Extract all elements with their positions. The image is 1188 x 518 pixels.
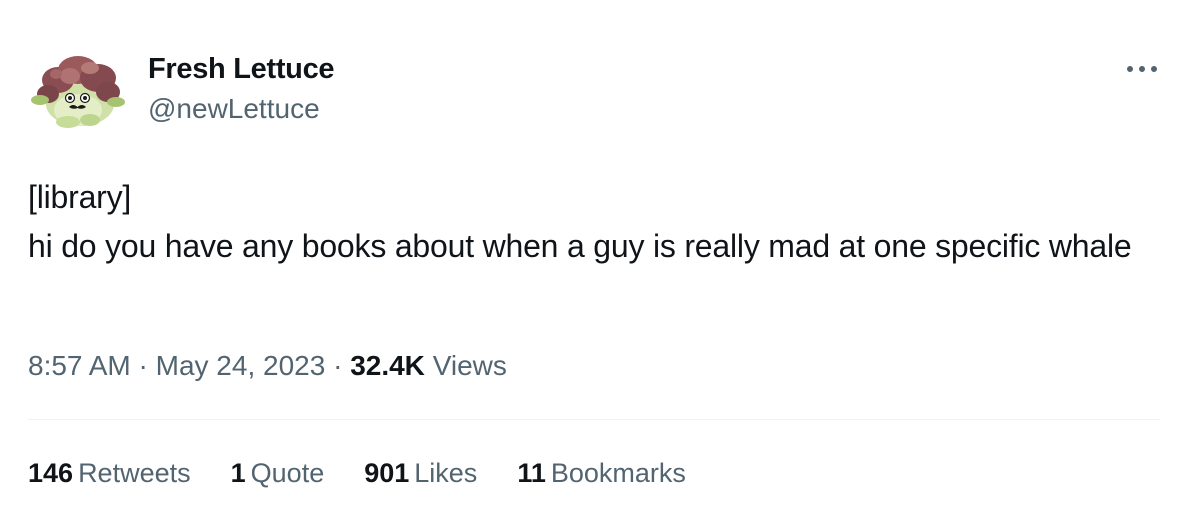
divider <box>28 419 1160 420</box>
quotes-count: 1 <box>230 458 246 488</box>
tweet-card: Fresh Lettuce @newLettuce [library] hi d… <box>0 0 1188 518</box>
display-name[interactable]: Fresh Lettuce <box>148 52 335 86</box>
handle[interactable]: @newLettuce <box>148 92 320 126</box>
tweet-meta: 8:57 AM · May 24, 2023 · 32.4K Views <box>28 348 507 384</box>
meta-separator: · <box>138 350 148 381</box>
likes-label: Likes <box>414 458 478 488</box>
more-options-button[interactable] <box>1124 56 1160 82</box>
quotes-stat[interactable]: 1 Quote <box>231 455 325 491</box>
quotes-label: Quote <box>250 458 325 488</box>
bookmarks-count: 11 <box>517 458 546 488</box>
avatar[interactable] <box>28 46 128 132</box>
lettuce-avatar-icon <box>31 56 125 128</box>
tweet-time[interactable]: 8:57 AM <box>28 350 131 381</box>
likes-count: 901 <box>364 458 410 488</box>
views-count: 32.4K <box>350 350 425 381</box>
retweets-count: 146 <box>28 458 74 488</box>
bookmarks-stat[interactable]: 11 Bookmarks <box>517 455 686 491</box>
engagement-stats: 146 Retweets 1 Quote 901 Likes 11 Bookmarks <box>28 455 726 491</box>
more-dots-icon <box>1127 66 1157 72</box>
meta-separator-2: · <box>333 350 343 381</box>
tweet-date[interactable]: May 24, 2023 <box>156 350 326 381</box>
views-label: Views <box>432 350 507 381</box>
likes-stat[interactable]: 901 Likes <box>364 455 477 491</box>
retweets-label: Retweets <box>78 458 191 488</box>
tweet-text: [library] hi do you have any books about… <box>28 179 1132 264</box>
retweets-stat[interactable]: 146 Retweets <box>28 455 191 491</box>
bookmarks-label: Bookmarks <box>550 458 686 488</box>
